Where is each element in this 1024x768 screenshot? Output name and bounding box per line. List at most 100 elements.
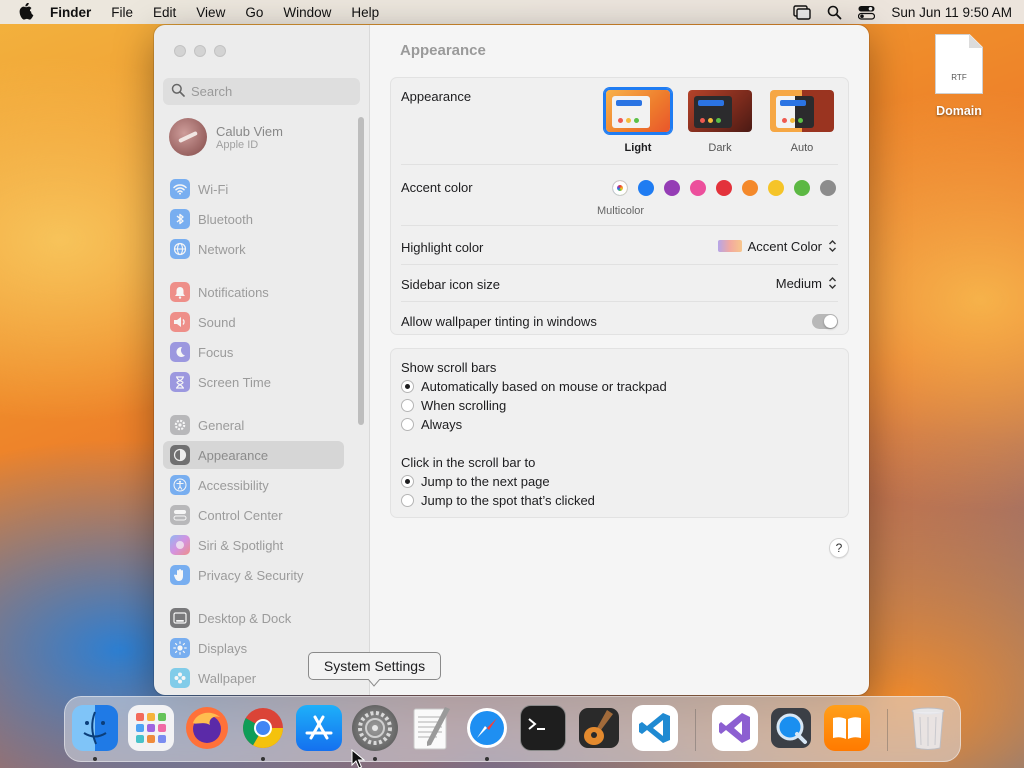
wallpaper-tinting-label: Allow wallpaper tinting in windows <box>401 314 597 329</box>
search-input[interactable] <box>191 84 351 99</box>
hourglass-icon <box>170 372 190 392</box>
highlight-color-popup[interactable]: Accent Color <box>717 238 838 254</box>
dock-app-store[interactable] <box>296 705 342 751</box>
finder-icon <box>83 711 107 745</box>
sidebar-item-label: Screen Time <box>198 374 271 390</box>
radio-click-next-page[interactable]: Jump to the next page <box>401 474 550 489</box>
vscode-icon <box>639 713 670 743</box>
sidebar-item-bluetooth[interactable]: Bluetooth <box>163 205 344 233</box>
appearance-icon <box>170 445 190 465</box>
sidebar-icon-size-popup[interactable]: Medium <box>776 275 838 291</box>
accent-multicolor-swatch[interactable] <box>612 180 628 196</box>
close-button[interactable] <box>174 45 186 57</box>
sidebar-item-label: Bluetooth <box>198 211 253 227</box>
theme-option-auto[interactable]: Auto <box>765 88 839 154</box>
menu-edit[interactable]: Edit <box>153 5 176 20</box>
theme-option-dark[interactable]: Dark <box>683 88 757 154</box>
menu-view[interactable]: View <box>196 5 225 20</box>
sidebar-item-general[interactable]: General <box>163 411 344 439</box>
accent-red-swatch[interactable] <box>716 180 732 196</box>
control-center-icon[interactable] <box>858 5 876 20</box>
sidebar-search[interactable] <box>163 78 360 105</box>
dock-vscode[interactable] <box>632 705 678 751</box>
menu-clock[interactable]: Sun Jun 11 9:50 AM <box>891 5 1012 20</box>
visual-studio-icon <box>719 713 750 743</box>
menu-app-name[interactable]: Finder <box>50 5 91 20</box>
sidebar-item-appearance[interactable]: Appearance <box>163 441 344 469</box>
radio-button[interactable] <box>401 418 414 431</box>
sidebar-item-network[interactable]: Network <box>163 235 344 263</box>
sidebar-item-desktop-dock[interactable]: Desktop & Dock <box>163 604 344 632</box>
sidebar-scrollbar[interactable] <box>358 117 364 425</box>
radio-label: When scrolling <box>421 398 507 413</box>
running-indicator <box>373 757 377 761</box>
dock-books[interactable] <box>824 705 870 751</box>
bell-icon <box>170 282 190 302</box>
accessibility-icon <box>170 475 190 495</box>
apple-menu-icon[interactable] <box>18 3 36 21</box>
sidebar-item-control-center[interactable]: Control Center <box>163 501 344 529</box>
sidebar-item-siri-spotlight[interactable]: Siri & Spotlight <box>163 531 344 559</box>
dock-chrome[interactable] <box>240 705 286 751</box>
sidebar-item-notifications[interactable]: Notifications <box>163 278 344 306</box>
zoom-button[interactable] <box>214 45 226 57</box>
radio-button[interactable] <box>401 380 414 393</box>
radio-scroll-automatic[interactable]: Automatically based on mouse or trackpad <box>401 379 667 394</box>
app-store-icon <box>305 715 333 740</box>
radio-button[interactable] <box>401 475 414 488</box>
dock-launchpad[interactable] <box>128 705 174 751</box>
speaker-icon <box>170 312 190 332</box>
search-icon <box>171 83 185 100</box>
accent-pink-swatch[interactable] <box>690 180 706 196</box>
firefox-icon <box>186 707 228 749</box>
accent-purple-swatch[interactable] <box>664 180 680 196</box>
sidebar-item-label: Notifications <box>198 284 269 300</box>
radio-button[interactable] <box>401 399 414 412</box>
launchpad-icon <box>136 713 166 743</box>
dock-system-settings[interactable] <box>352 705 398 751</box>
dock-textedit[interactable] <box>408 705 454 751</box>
sidebar-item-privacy-security[interactable]: Privacy & Security <box>163 561 344 589</box>
sidebar-item-sound[interactable]: Sound <box>163 308 344 336</box>
screen-mirroring-icon[interactable] <box>793 4 812 20</box>
accent-orange-swatch[interactable] <box>742 180 758 196</box>
radio-scroll-when-scrolling[interactable]: When scrolling <box>401 398 506 413</box>
accent-green-swatch[interactable] <box>794 180 810 196</box>
dock-visual-studio[interactable] <box>712 705 758 751</box>
dock-firefox[interactable] <box>184 705 230 751</box>
dock <box>64 696 961 762</box>
dock-finder[interactable] <box>72 705 118 751</box>
radio-button[interactable] <box>401 494 414 507</box>
sidebar-item-wifi[interactable]: Wi-Fi <box>163 175 344 203</box>
spotlight-search-icon[interactable] <box>827 5 842 20</box>
desktop-file-domain[interactable]: RTF Domain <box>928 34 990 118</box>
mouse-cursor-icon <box>351 749 365 768</box>
accent-yellow-swatch[interactable] <box>768 180 784 196</box>
accent-color-row: Multicolor <box>391 168 848 217</box>
menu-go[interactable]: Go <box>245 5 263 20</box>
menu-file[interactable]: File <box>111 5 133 20</box>
appearance-label: Appearance <box>401 89 472 104</box>
apple-id-account[interactable]: Calub Viem Apple ID <box>169 118 283 156</box>
minimize-button[interactable] <box>194 45 206 57</box>
sidebar-item-screen-time[interactable]: Screen Time <box>163 368 344 396</box>
sidebar-icon-size-label: Sidebar icon size <box>401 277 500 292</box>
wallpaper-tinting-toggle[interactable] <box>812 314 838 329</box>
radio-click-spot[interactable]: Jump to the spot that’s clicked <box>401 493 595 508</box>
menu-help[interactable]: Help <box>351 5 379 20</box>
menu-window[interactable]: Window <box>283 5 331 20</box>
help-button[interactable]: ? <box>829 538 849 558</box>
accent-graphite-swatch[interactable] <box>820 180 836 196</box>
theme-option-light[interactable]: Light <box>601 88 675 154</box>
dock-quicktime[interactable] <box>768 705 814 751</box>
desktop-file-label: Domain <box>936 104 982 118</box>
dock-trash[interactable] <box>905 705 951 751</box>
accent-blue-swatch[interactable] <box>638 180 654 196</box>
radio-scroll-always[interactable]: Always <box>401 417 462 432</box>
dock-garageband[interactable] <box>576 705 622 751</box>
sidebar-item-accessibility[interactable]: Accessibility <box>163 471 344 499</box>
globe-icon <box>170 239 190 259</box>
dock-safari[interactable] <box>464 705 510 751</box>
dock-terminal[interactable] <box>520 705 566 751</box>
sidebar-item-focus[interactable]: Focus <box>163 338 344 366</box>
